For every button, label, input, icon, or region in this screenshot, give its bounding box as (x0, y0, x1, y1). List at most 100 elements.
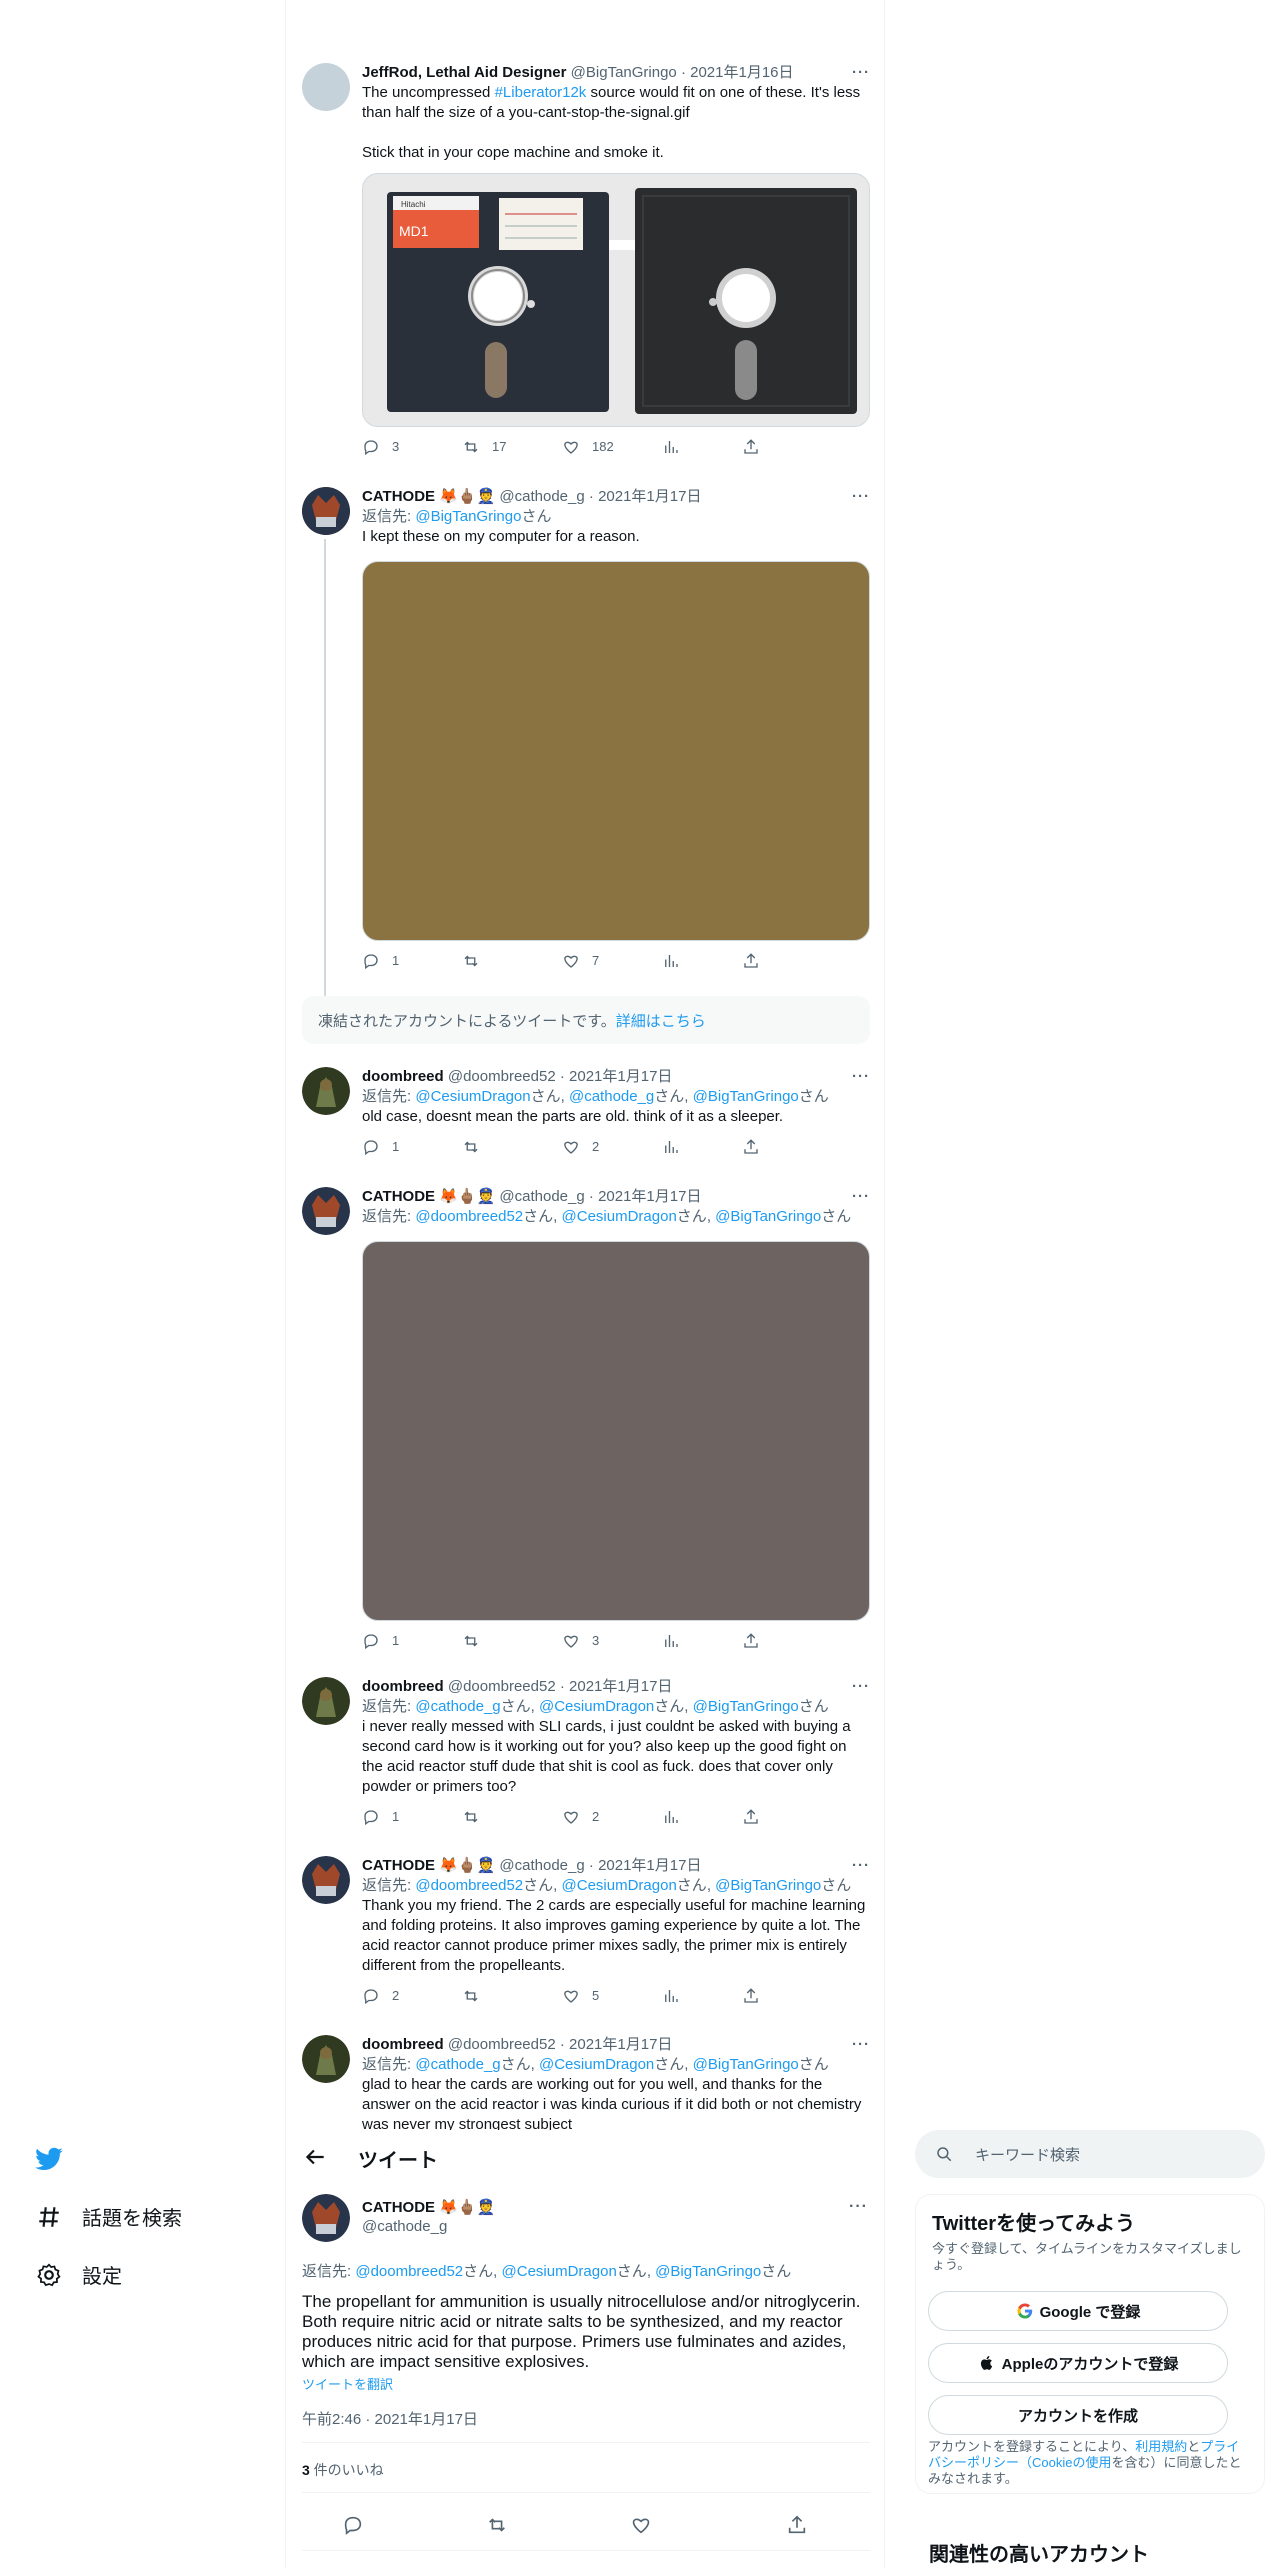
analytics-button[interactable] (662, 1137, 742, 1157)
mention-link[interactable]: @CesiumDragon (502, 2263, 617, 2280)
google-signup-button[interactable]: Google で登録 (928, 2291, 1228, 2331)
mention-link[interactable]: @BigTanGringo (693, 1698, 799, 1715)
like-button[interactable]: 5 (562, 1986, 662, 2006)
reply-button[interactable]: 2 (362, 1986, 462, 2006)
retweet-button[interactable] (462, 1631, 562, 1651)
share-button[interactable] (742, 437, 822, 457)
retweet-icon[interactable] (486, 2514, 508, 2536)
avatar[interactable] (302, 1067, 350, 1115)
mention-link[interactable]: @CesiumDragon (562, 1877, 677, 1894)
tweet[interactable]: CATHODE 🦊🖕🏽👮 @cathode_g · 2021年1月17日 ···… (302, 1856, 870, 2022)
reply-button[interactable]: 1 (362, 1137, 462, 1157)
more-icon[interactable]: ··· (849, 2198, 868, 2216)
mention-link[interactable]: @BigTanGringo (655, 2263, 761, 2280)
analytics-button[interactable] (662, 1631, 742, 1651)
share-icon[interactable] (786, 2514, 808, 2536)
reply-icon[interactable] (342, 2514, 364, 2536)
hashtag-link[interactable]: #Liberator12k (495, 84, 587, 101)
mention-link[interactable]: @BigTanGringo (415, 508, 521, 525)
more-icon[interactable]: ··· (852, 1677, 870, 1697)
nav-explore[interactable]: 話題を検索 (36, 2202, 182, 2231)
author-name[interactable]: JeffRod, Lethal Aid Designer (362, 64, 566, 81)
avatar[interactable] (302, 2035, 350, 2083)
like-button[interactable]: 2 (562, 1807, 662, 1827)
retweet-button[interactable] (462, 1807, 562, 1827)
mention-link[interactable]: @cathode_g (415, 1698, 500, 1715)
like-button[interactable]: 182 (562, 437, 662, 457)
tweet[interactable]: JeffRod, Lethal Aid Designer @BigTanGrin… (302, 63, 870, 473)
detail-author-handle[interactable]: @cathode_g (362, 2218, 447, 2235)
mention-link[interactable]: @CesiumDragon (539, 1698, 654, 1715)
retweet-button[interactable] (462, 951, 562, 971)
author-handle[interactable]: @cathode_g (499, 1857, 584, 1874)
analytics-button[interactable] (662, 437, 742, 457)
author-handle[interactable]: @doombreed52 (448, 1678, 556, 1695)
tweet-date[interactable]: 2021年1月17日 (569, 2036, 672, 2053)
likes-count[interactable]: 3 件のいいね (302, 2460, 384, 2480)
tweet[interactable]: doombreed @doombreed52 · 2021年1月17日 ··· … (302, 1067, 870, 1173)
detail-avatar[interactable] (302, 2194, 350, 2242)
more-icon[interactable]: ··· (852, 1067, 870, 1087)
share-button[interactable] (742, 1137, 822, 1157)
author-handle[interactable]: @doombreed52 (448, 1068, 556, 1085)
reply-button[interactable]: 1 (362, 1631, 462, 1651)
avatar[interactable] (302, 63, 350, 111)
heart-icon[interactable] (630, 2514, 652, 2536)
tweet[interactable]: CATHODE 🦊🖕🏽👮 @cathode_g · 2021年1月17日 ···… (302, 1187, 870, 1657)
tweet-date[interactable]: 2021年1月17日 (569, 1678, 672, 1695)
tweet-date[interactable]: 2021年1月17日 (598, 1188, 701, 1205)
detail-timestamp[interactable]: 午前2:46 · 2021年1月17日 (302, 2408, 478, 2429)
tweet-image[interactable] (362, 561, 870, 941)
mention-link[interactable]: @doombreed52 (355, 2263, 463, 2280)
share-button[interactable] (742, 1986, 822, 2006)
cookie-link[interactable]: （Cookieの使用 (1019, 2455, 1111, 2470)
mention-link[interactable]: @doombreed52 (415, 1877, 523, 1894)
like-button[interactable]: 3 (562, 1631, 662, 1651)
nav-settings[interactable]: 設定 (36, 2260, 122, 2289)
tweet-image[interactable] (362, 1241, 870, 1621)
author-handle[interactable]: @cathode_g (499, 1188, 584, 1205)
more-icon[interactable]: ··· (852, 63, 870, 83)
mention-link[interactable]: @cathode_g (415, 2056, 500, 2073)
tweet-date[interactable]: 2021年1月17日 (598, 488, 701, 505)
avatar[interactable] (302, 1187, 350, 1235)
tweet-date[interactable]: 2021年1月16日 (690, 64, 793, 81)
apple-signup-button[interactable]: Appleのアカウントで登録 (928, 2343, 1228, 2383)
avatar[interactable] (302, 487, 350, 535)
mention-link[interactable]: @CesiumDragon (562, 1208, 677, 1225)
mention-link[interactable]: @BigTanGringo (693, 2056, 799, 2073)
author-name[interactable]: CATHODE 🦊🖕🏽👮 (362, 1188, 495, 1205)
back-arrow-icon[interactable] (302, 2144, 328, 2170)
mention-link[interactable]: @doombreed52 (415, 1208, 523, 1225)
avatar[interactable] (302, 1856, 350, 1904)
reply-button[interactable]: 1 (362, 1807, 462, 1827)
terms-link[interactable]: 利用規約 (1135, 2439, 1187, 2454)
twitter-logo-icon[interactable] (34, 2144, 66, 2172)
author-name[interactable]: doombreed (362, 2036, 444, 2053)
author-name[interactable]: doombreed (362, 1068, 444, 1085)
mention-link[interactable]: @BigTanGringo (693, 1088, 799, 1105)
author-handle[interactable]: @doombreed52 (448, 2036, 556, 2053)
share-button[interactable] (742, 1631, 822, 1651)
retweet-button[interactable] (462, 1986, 562, 2006)
mention-link[interactable]: @CesiumDragon (415, 1088, 530, 1105)
search-input[interactable]: キーワード検索 (915, 2130, 1265, 2178)
retweet-button[interactable] (462, 1137, 562, 1157)
mention-link[interactable]: @BigTanGringo (715, 1877, 821, 1894)
retweet-button[interactable]: 17 (462, 437, 562, 457)
tweet-date[interactable]: 2021年1月17日 (598, 1857, 701, 1874)
learn-more-link[interactable]: 詳細はこちら (616, 1010, 706, 1031)
tweet[interactable]: CATHODE 🦊🖕🏽👮 @cathode_g · 2021年1月17日 ···… (302, 487, 870, 1044)
more-icon[interactable]: ··· (852, 487, 870, 507)
reply-button[interactable]: 3 (362, 437, 462, 457)
more-icon[interactable]: ··· (852, 1187, 870, 1207)
like-button[interactable]: 7 (562, 951, 662, 971)
author-name[interactable]: CATHODE 🦊🖕🏽👮 (362, 1857, 495, 1874)
tweet-image[interactable]: MD1 Hitachi (362, 173, 870, 427)
mention-link[interactable]: @CesiumDragon (539, 2056, 654, 2073)
author-name[interactable]: doombreed (362, 1678, 444, 1695)
translate-link[interactable]: ツイートを翻訳 (302, 2374, 393, 2393)
more-icon[interactable]: ··· (852, 2035, 870, 2055)
analytics-button[interactable] (662, 951, 742, 971)
like-button[interactable]: 2 (562, 1137, 662, 1157)
